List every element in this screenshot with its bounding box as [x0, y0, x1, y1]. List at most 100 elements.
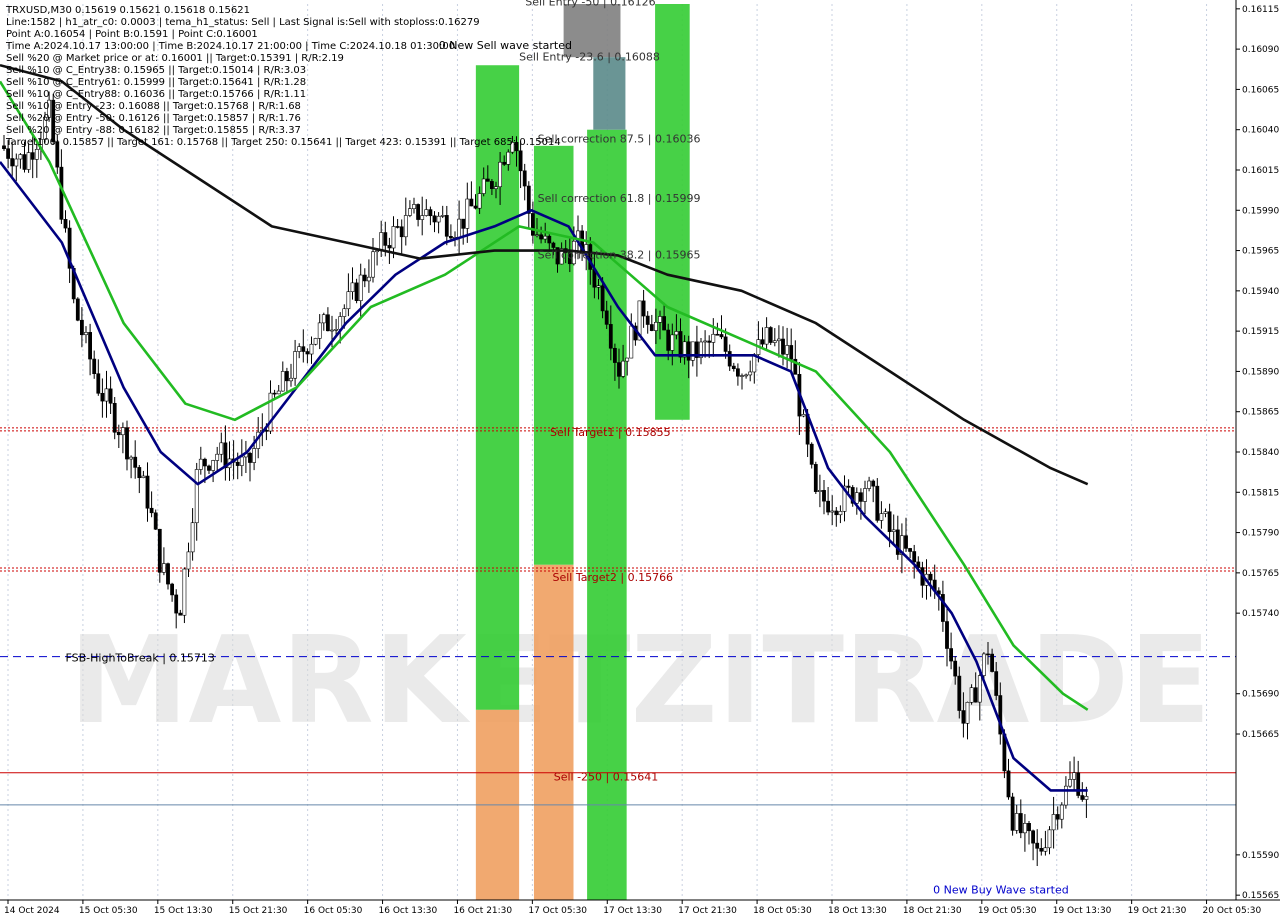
candle-body — [436, 215, 441, 223]
price-tick-label: 0.16090 — [1242, 45, 1279, 55]
candle-body — [301, 346, 306, 352]
candle-body — [157, 528, 162, 573]
candle-body — [621, 360, 626, 377]
time-tick-label: 20 Oct 05:30 — [1203, 906, 1262, 916]
price-tick-label: 0.16040 — [1242, 126, 1279, 136]
candle-body — [690, 341, 695, 361]
price-tick-label: 0.15890 — [1242, 367, 1279, 377]
chart-label: Sell correction 87.5 | 0.16036 — [538, 133, 701, 146]
candle-body — [826, 500, 831, 513]
candle-body — [744, 374, 749, 377]
candle-body — [1035, 842, 1040, 849]
candle-body — [666, 329, 671, 351]
candle-body — [14, 158, 19, 167]
candle-body — [986, 653, 990, 656]
candle-body — [284, 371, 289, 382]
time-tick-label: 16 Oct 05:30 — [304, 906, 363, 916]
info-line: Time A:2024.10.17 13:00:00 | Time B:2024… — [5, 41, 455, 52]
signal-zone — [587, 129, 627, 900]
candle-body — [330, 329, 334, 332]
candle-body — [190, 522, 195, 553]
chart-root: MARKETZITRADE 0.158550.157680.157130.156… — [0, 0, 1280, 920]
candle-body — [686, 341, 691, 361]
candle-body — [846, 485, 851, 488]
candle-body — [34, 149, 39, 160]
candle-body — [153, 512, 158, 530]
candle-body — [530, 213, 535, 236]
candle-body — [670, 334, 675, 351]
candle-body — [809, 443, 814, 465]
candle-body — [80, 319, 84, 336]
time-tick-label: 14 Oct 2024 — [4, 906, 60, 916]
candle-body — [424, 209, 429, 216]
candle-body — [953, 660, 958, 677]
candle-body — [678, 331, 683, 358]
candle-body — [1059, 804, 1064, 820]
candle-body — [194, 469, 199, 524]
candle-body — [219, 442, 224, 455]
candle-body — [489, 181, 494, 189]
info-line: TRXUSD,M30 0.15619 0.15621 0.15618 0.156… — [5, 5, 250, 16]
candle-body — [674, 331, 679, 336]
time-tick-label: 19 Oct 13:30 — [1053, 906, 1112, 916]
candle-body — [838, 511, 843, 516]
chart-label: Sell -250 | 0.15641 — [554, 771, 659, 784]
candle-body — [104, 388, 109, 402]
candle-body — [350, 282, 355, 293]
price-tick-label: 0.15665 — [1242, 730, 1279, 740]
candle-body — [740, 375, 744, 377]
price-tick-label: 0.16015 — [1242, 166, 1279, 176]
candle-body — [617, 362, 621, 377]
candle-body — [137, 467, 142, 479]
candle-body — [908, 548, 913, 552]
candle-body — [186, 551, 191, 570]
candle-body — [789, 345, 794, 360]
candle-body — [711, 333, 716, 343]
candle-body — [891, 529, 896, 532]
candle-body — [465, 198, 470, 229]
candle-body — [121, 427, 125, 436]
time-tick-label: 19 Oct 21:30 — [1128, 906, 1187, 916]
time-tick-label: 15 Oct 05:30 — [79, 906, 138, 916]
candle-body — [735, 368, 740, 377]
candle-body — [781, 338, 785, 355]
candle-body — [116, 431, 121, 436]
candle-body — [1084, 796, 1089, 800]
price-tick-label: 0.15590 — [1242, 851, 1279, 861]
candle-body — [1022, 823, 1027, 834]
candle-body — [801, 414, 806, 417]
candle-body — [313, 338, 318, 345]
candle-body — [973, 687, 978, 703]
time-tick-label: 15 Oct 13:30 — [154, 906, 213, 916]
candle-body — [215, 453, 220, 461]
candle-body — [88, 332, 93, 360]
candle-body — [854, 492, 859, 504]
candle-body — [379, 232, 384, 251]
candle-body — [608, 324, 613, 349]
candle-body — [830, 510, 835, 513]
candle-body — [994, 671, 999, 696]
candle-body — [662, 316, 667, 331]
candle-body — [317, 322, 322, 339]
candle-body — [834, 510, 839, 516]
price-tick-label: 0.15840 — [1242, 448, 1279, 458]
price-tick-label: 0.15790 — [1242, 529, 1279, 539]
price-tick-label: 0.15965 — [1242, 247, 1279, 257]
candle-body — [653, 321, 658, 331]
candle-body — [461, 218, 466, 229]
candle-body — [1055, 814, 1060, 820]
candle-body — [1047, 829, 1052, 849]
info-line: Sell %20 @ Market price or at: 0.16001 |… — [6, 53, 344, 64]
signal-zone — [533, 145, 574, 565]
price-tick-label: 0.15565 — [1242, 891, 1279, 901]
candle-body — [448, 236, 453, 239]
candle-body — [961, 710, 966, 724]
candle-body — [268, 392, 273, 432]
candle-body — [817, 490, 822, 492]
candle-body — [625, 357, 630, 362]
info-line: Sell %10 @ Entry -23: 0.16088 || Target:… — [6, 101, 301, 112]
candle-body — [440, 215, 445, 217]
chart-label: Sell Entry -50 | 0.16126 — [525, 0, 655, 9]
candle-body — [432, 215, 437, 223]
candle-body — [63, 219, 68, 229]
